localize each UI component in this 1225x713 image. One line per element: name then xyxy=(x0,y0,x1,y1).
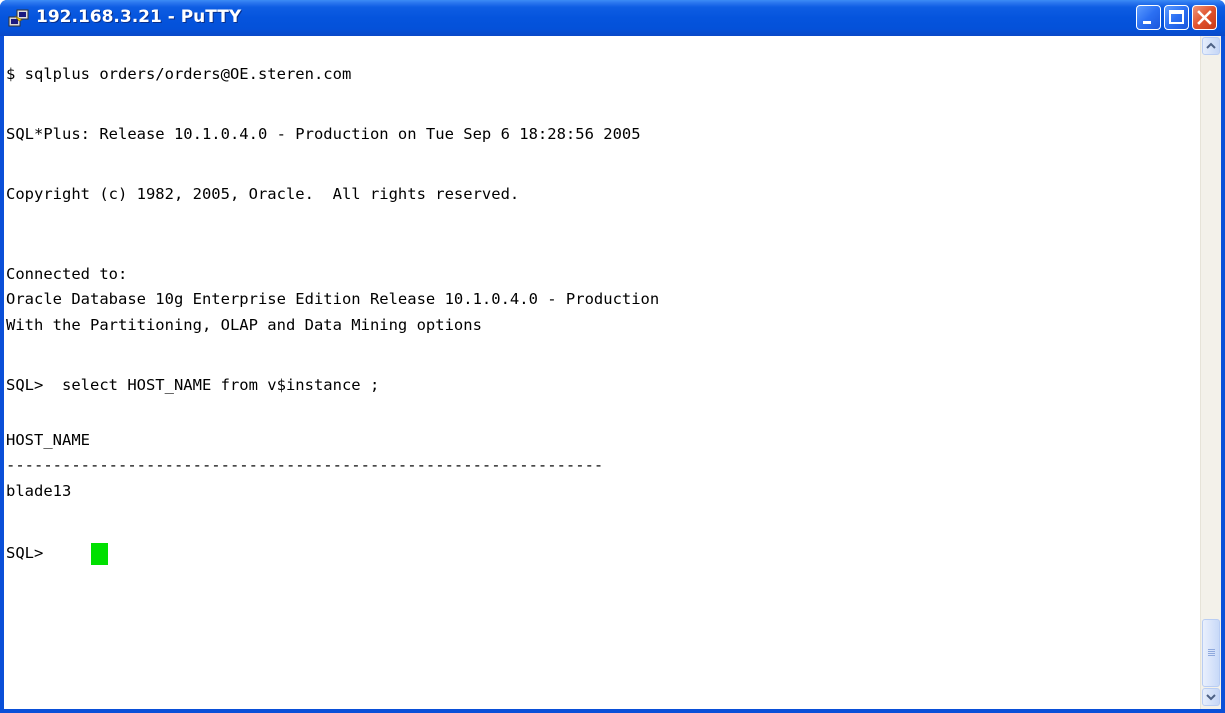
maximize-icon xyxy=(1169,10,1184,24)
minimize-button[interactable] xyxy=(1136,5,1161,30)
minimize-icon xyxy=(1143,21,1151,24)
client-area: $ sqlplus orders/orders@OE.steren.com SQ… xyxy=(4,36,1221,709)
terminal-line: SQL*Plus: Release 10.1.0.4.0 - Productio… xyxy=(6,125,641,143)
scroll-up-button[interactable] xyxy=(1202,37,1220,55)
putty-window: 192.168.3.21 - PuTTY $ sqlplus orders/or… xyxy=(0,0,1225,713)
terminal-line: blade13 xyxy=(6,482,72,500)
terminal-line: Connected to: xyxy=(6,265,128,283)
chevron-up-icon xyxy=(1206,42,1216,49)
close-button[interactable] xyxy=(1192,5,1217,30)
chevron-down-icon xyxy=(1206,694,1216,701)
vertical-scrollbar[interactable] xyxy=(1200,36,1221,709)
putty-icon xyxy=(8,9,29,27)
close-icon xyxy=(1197,10,1212,25)
terminal-line: $ sqlplus orders/orders@OE.steren.com xyxy=(6,65,352,83)
maximize-button[interactable] xyxy=(1164,5,1189,30)
text-cursor xyxy=(91,543,108,565)
terminal-line: Oracle Database 10g Enterprise Edition R… xyxy=(6,290,660,308)
terminal-output[interactable]: $ sqlplus orders/orders@OE.steren.com SQ… xyxy=(4,36,1200,709)
terminal-line: Copyright (c) 1982, 2005, Oracle. All ri… xyxy=(6,185,520,203)
terminal-line: ----------------------------------------… xyxy=(6,456,604,474)
terminal-line: With the Partitioning, OLAP and Data Min… xyxy=(6,316,482,334)
window-title: 192.168.3.21 - PuTTY xyxy=(36,7,242,27)
title-bar[interactable]: 192.168.3.21 - PuTTY xyxy=(0,0,1225,36)
terminal-line: HOST_NAME xyxy=(6,431,90,449)
terminal-line: SQL> select HOST_NAME from v$instance ; xyxy=(6,376,380,394)
scroll-thumb[interactable] xyxy=(1202,619,1220,687)
terminal-prompt: SQL> xyxy=(6,544,53,562)
scroll-down-button[interactable] xyxy=(1202,688,1220,706)
